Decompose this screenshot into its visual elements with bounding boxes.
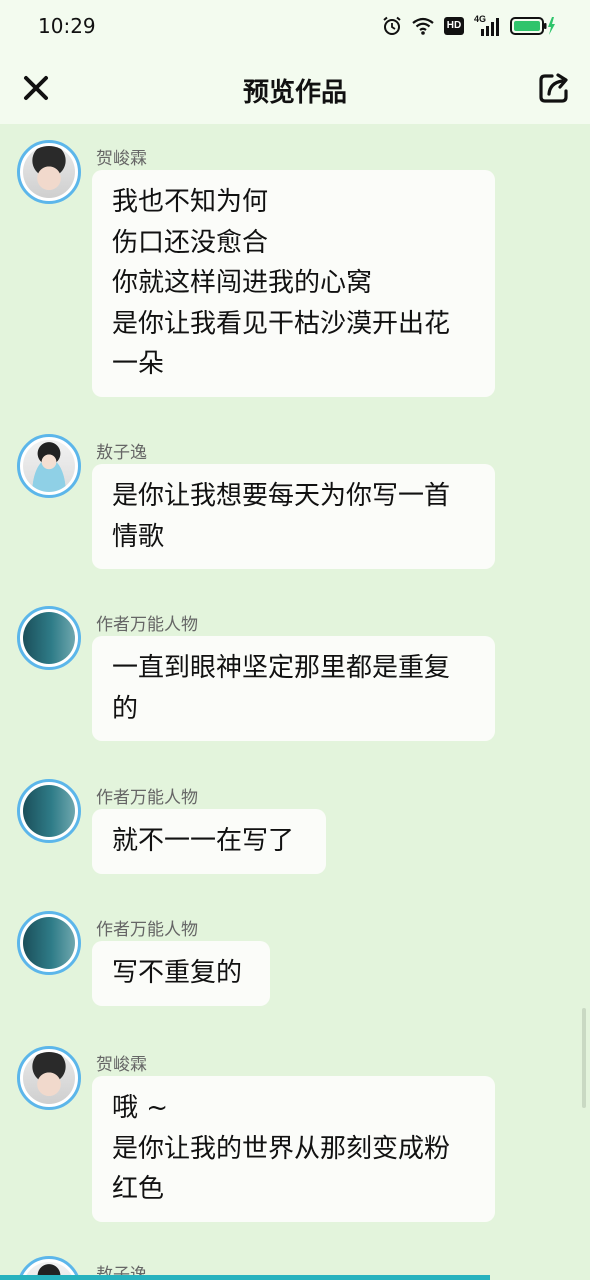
status-icons: HD 4G: [382, 14, 556, 38]
nav-bar: 预览作品: [0, 52, 590, 124]
alarm-icon: [383, 16, 401, 35]
signal-icon: 4G: [474, 14, 500, 36]
message-bubble: 一直到眼神坚定那里都是重复 的: [92, 636, 495, 741]
avatar[interactable]: [17, 779, 81, 843]
sender-name: 贺峻霖: [96, 1055, 147, 1075]
sender-name: 贺峻霖: [96, 149, 147, 169]
avatar[interactable]: [17, 1046, 81, 1110]
battery-charging-icon: [510, 17, 555, 35]
message-bubble: 我也不知为何 伤口还没愈合 你就这样闯进我的心窝 是你让我看见干枯沙漠开出花 一…: [92, 170, 495, 397]
chat-list[interactable]: 贺峻霖 我也不知为何 伤口还没愈合 你就这样闯进我的心窝 是你让我看见干枯沙漠开…: [0, 124, 590, 1280]
hd-icon: HD: [444, 17, 464, 35]
status-bar: 10:29 HD 4G: [0, 0, 590, 52]
sender-name: 作者万能人物: [96, 788, 198, 808]
avatar[interactable]: [17, 434, 81, 498]
message-bubble: 就不一一在写了: [92, 809, 326, 874]
scrollbar[interactable]: [582, 1008, 586, 1108]
sender-name: 作者万能人物: [96, 615, 198, 635]
message-bubble: 写不重复的: [92, 941, 270, 1006]
progress-bar: [0, 1275, 490, 1280]
avatar[interactable]: [17, 140, 81, 204]
status-time: 10:29: [38, 14, 96, 38]
sender-name: 作者万能人物: [96, 920, 198, 940]
wifi-icon: [412, 17, 434, 35]
app-header: 10:29 HD 4G 预览作品: [0, 0, 590, 124]
avatar[interactable]: [17, 606, 81, 670]
message-bubble: 哦 ~ 是你让我的世界从那刻变成粉 红色: [92, 1076, 495, 1222]
avatar[interactable]: [17, 911, 81, 975]
share-icon[interactable]: [536, 70, 572, 106]
message-bubble: 是你让我想要每天为你写一首 情歌: [92, 464, 495, 569]
sender-name: 敖子逸: [96, 443, 147, 463]
page-title: 预览作品: [242, 78, 347, 108]
